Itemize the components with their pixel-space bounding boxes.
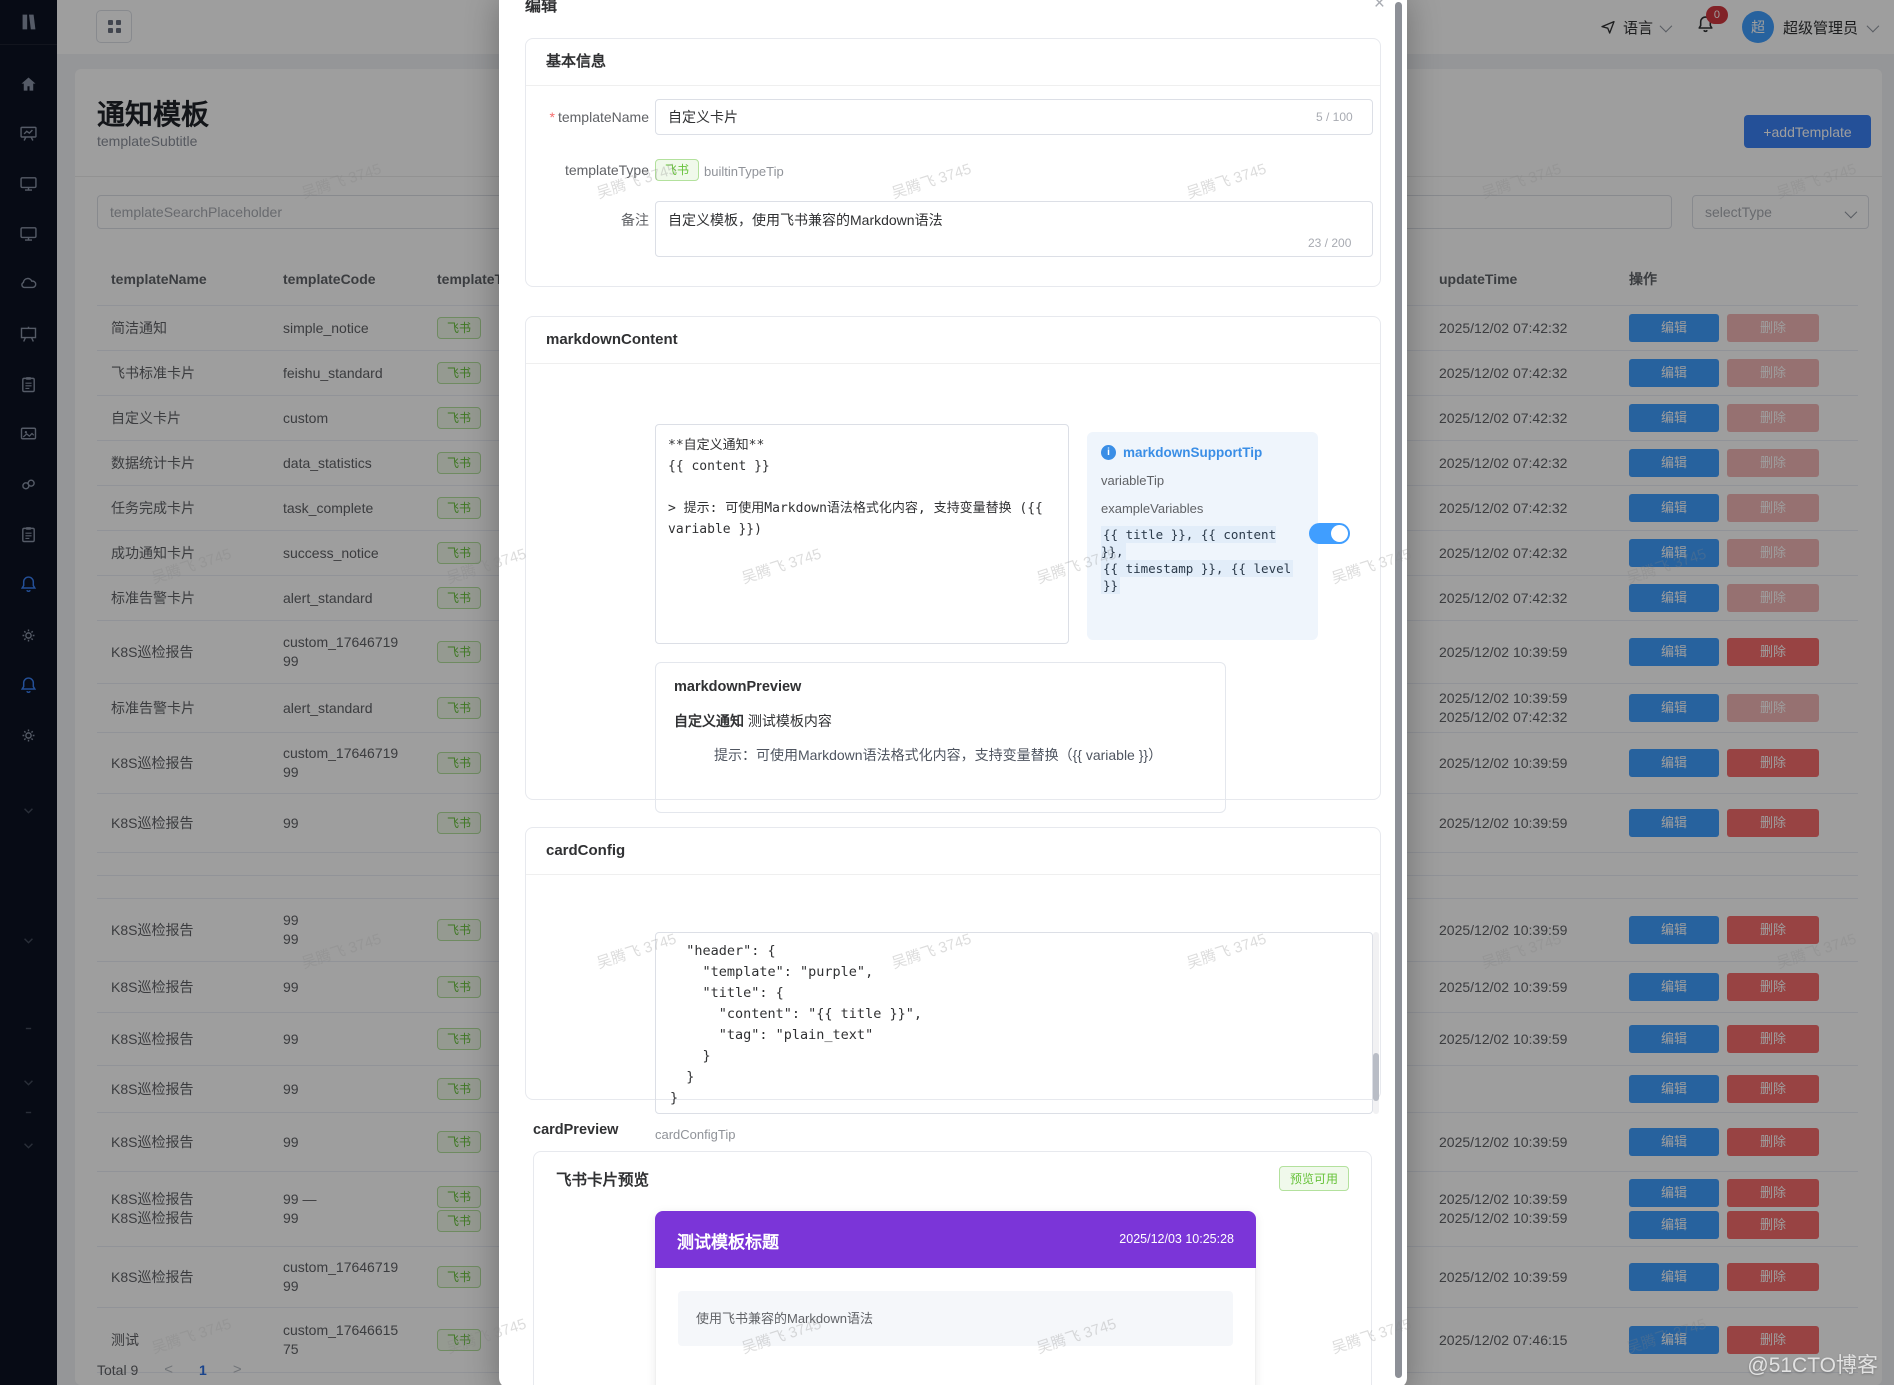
remark-label: 备注 bbox=[621, 212, 649, 228]
basic-info-title: 基本信息 bbox=[526, 39, 1380, 86]
markdown-textarea[interactable]: **自定义通知** {{ content }} > 提示: 可使用Markdow… bbox=[655, 424, 1069, 644]
markdown-content-title: markdownContent bbox=[526, 317, 1380, 364]
markdown-preview-quote: 提示：可使用Markdown语法格式化内容，支持变量替换（{{ variable… bbox=[714, 747, 1163, 763]
required-asterisk: * bbox=[549, 109, 555, 125]
feishu-card-title: 测试模板标题 bbox=[677, 1233, 779, 1252]
modal-scrollbar[interactable] bbox=[1395, 2, 1402, 1378]
info-icon: i bbox=[1101, 445, 1116, 460]
template-name-label: * templateName bbox=[549, 109, 650, 125]
variable-tip: variableTip bbox=[1101, 473, 1165, 488]
feishu-card-header: 测试模板标题 2025/12/03 10:25:28 bbox=[655, 1211, 1256, 1268]
markdown-preview-title: markdownPreview bbox=[674, 679, 802, 695]
preview-available-badge: 预览可用 bbox=[1278, 1166, 1349, 1191]
template-type-tag: 飞书 bbox=[655, 159, 700, 181]
card-preview-label: cardPreview bbox=[533, 1122, 619, 1138]
feishu-card-body: 使用飞书兼容的Markdown语法 bbox=[655, 1268, 1256, 1385]
example-variables-label: exampleVariables bbox=[1101, 501, 1204, 516]
close-icon[interactable]: × bbox=[1374, 0, 1385, 13]
markdown-preview-line: 自定义通知 测试模板内容 bbox=[674, 713, 832, 729]
edit-modal: 编辑 × 基本信息 *templateName 5 / 100 template… bbox=[499, 0, 1407, 1385]
markdown-support-tip[interactable]: i markdownSupportTip bbox=[1101, 445, 1304, 460]
template-name-input[interactable] bbox=[655, 99, 1373, 135]
template-type-label: templateType bbox=[564, 162, 649, 178]
editor-scrollbar-thumb[interactable] bbox=[1373, 1053, 1379, 1101]
feishu-card-timestamp: 2025/12/03 10:25:28 bbox=[1119, 1232, 1234, 1246]
card-preview-panel: 飞书卡片预览 预览可用 测试模板标题 2025/12/03 10:25:28 使… bbox=[533, 1151, 1372, 1385]
feishu-preview-title: 飞书卡片预览 bbox=[556, 1172, 650, 1189]
modal-title: 编辑 bbox=[525, 0, 558, 15]
card-config-editor[interactable]: "header": { "template": "purple", "title… bbox=[655, 932, 1373, 1114]
markdown-preview-box: markdownPreview 自定义通知 测试模板内容 提示：可使用Markd… bbox=[655, 662, 1226, 813]
name-char-count: 5 / 100 bbox=[1316, 110, 1353, 124]
app-root: 语言 0 超 超级管理员 通知模板 templateSubtitle +addT… bbox=[0, 0, 1894, 1385]
card-config-tip: cardConfigTip bbox=[655, 1127, 736, 1142]
builtin-type-tip: builtinTypeTip bbox=[704, 164, 784, 179]
markdown-content-section: markdownContent **自定义通知** {{ content }} … bbox=[525, 316, 1381, 813]
card-config-title: cardConfig bbox=[526, 828, 1380, 875]
example-variables-code: {{ title }}, {{ content }}, {{ timestamp… bbox=[1101, 526, 1294, 594]
preview-toggle[interactable] bbox=[1309, 523, 1350, 544]
feishu-card-message: 使用飞书兼容的Markdown语法 bbox=[678, 1291, 1233, 1346]
remark-textarea[interactable]: 自定义模板，使用飞书兼容的Markdown语法 bbox=[655, 201, 1373, 257]
markdown-tip-panel: i markdownSupportTip variableTip example… bbox=[1087, 432, 1318, 640]
basic-info-section: 基本信息 *templateName 5 / 100 templateType … bbox=[525, 38, 1381, 287]
card-config-section: cardConfig "header": { "template": "purp… bbox=[525, 827, 1381, 1142]
feishu-card: 测试模板标题 2025/12/03 10:25:28 使用飞书兼容的Markdo… bbox=[655, 1211, 1256, 1385]
remark-char-count: 23 / 200 bbox=[1308, 236, 1352, 250]
